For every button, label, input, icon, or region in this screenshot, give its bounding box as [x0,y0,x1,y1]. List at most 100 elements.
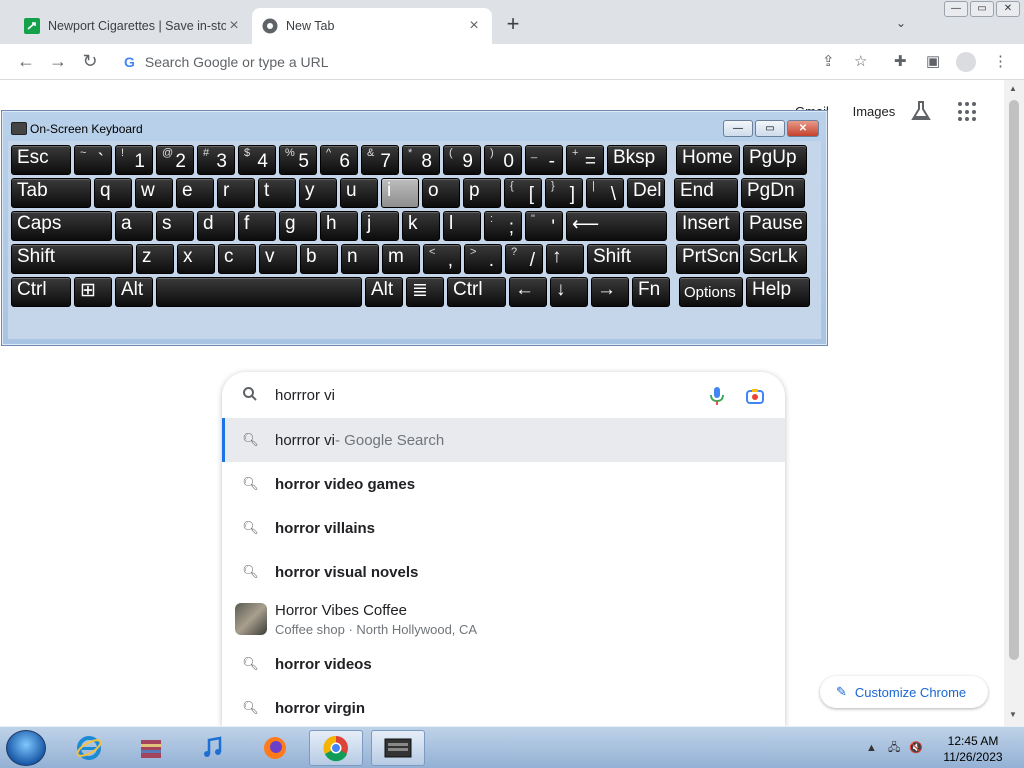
osk-key-sym3-8[interactable]: <, [423,244,461,274]
osk-minimize-button[interactable]: — [723,120,753,137]
volume-muted-icon[interactable]: 🔇 [909,742,923,754]
entity-suggestion[interactable]: Horror Vibes Coffee Coffee shop · North … [222,596,785,648]
osk-key-options[interactable]: Options [679,277,743,307]
extensions-icon[interactable]: ✚ [894,52,907,70]
osk-key-sym4-1[interactable]: ⊞ [74,277,112,307]
menu-kebab-icon[interactable]: ⋮ [993,52,1008,70]
side-panel-icon[interactable]: ▣ [926,52,940,70]
osk-key-i[interactable]: i [381,178,419,208]
osk-key-b[interactable]: b [300,244,338,274]
tab-close-icon[interactable]: × [466,17,482,35]
osk-key-y[interactable]: y [299,178,337,208]
osk-key-bksp[interactable]: Bksp [607,145,667,175]
osk-key-space[interactable] [156,277,362,307]
osk-key-5[interactable]: % 5 [279,145,317,175]
osk-key-prtscn[interactable]: PrtScn [676,244,740,274]
osk-key-n[interactable]: n [341,244,379,274]
share-icon[interactable]: ⇪ [822,52,835,70]
osk-key-sym2-10[interactable]: :; [484,211,522,241]
reload-icon[interactable]: ↻ [80,52,100,70]
tab-newport[interactable]: Newport Cigarettes | Save in-stor × [14,8,252,44]
osk-key-f[interactable]: f [238,211,276,241]
close-window-button[interactable]: ✕ [996,1,1020,17]
osk-key-sym1-11[interactable]: {[ [504,178,542,208]
osk-key-4[interactable]: $4 [238,145,276,175]
search-input[interactable]: horrror vi [275,387,335,404]
osk-key-e[interactable]: e [176,178,214,208]
osk-key-shift[interactable]: Shift [587,244,667,274]
maximize-button[interactable]: ▭ [970,1,994,17]
omnibox[interactable]: G Search Google or type a URL [112,46,852,78]
osk-key-end[interactable]: End [674,178,738,208]
osk-key-help[interactable]: Help [746,277,810,307]
network-icon[interactable]: 🖧 [888,742,900,754]
osk-key-8[interactable]: * 8 [402,145,440,175]
osk-key-r[interactable]: r [217,178,255,208]
osk-key-fn[interactable]: Fn [632,277,670,307]
osk-key-s[interactable]: s [156,211,194,241]
scroll-down-icon[interactable]: ▼ [1009,710,1017,719]
minimize-button[interactable]: — [944,1,968,17]
osk-key-7[interactable]: & 7 [361,145,399,175]
osk-key-home[interactable]: Home [676,145,740,175]
music-player-icon[interactable] [186,730,240,766]
tab-new-tab[interactable]: New Tab × [252,8,492,44]
images-link[interactable]: Images [853,104,896,119]
firefox-icon[interactable] [248,730,302,766]
osk-key-0[interactable]: ) 0 [484,145,522,175]
osk-key-pgup[interactable]: PgUp [743,145,807,175]
osk-key-ctrl[interactable]: Ctrl [11,277,71,307]
osk-taskbar-icon[interactable] [371,730,425,766]
osk-key-3[interactable]: #3 [197,145,235,175]
osk-key-sym4-8[interactable]: ↓ [550,277,588,307]
apps-grid-icon[interactable] [958,102,978,122]
osk-close-button[interactable]: ✕ [787,120,819,137]
osk-key-j[interactable]: j [361,211,399,241]
osk-key-1[interactable]: ! 1 [115,145,153,175]
osk-key-tab[interactable]: Tab [11,178,91,208]
osk-key-l[interactable]: l [443,211,481,241]
voice-search-icon[interactable] [710,386,724,406]
osk-key-pgdn[interactable]: PgDn [741,178,805,208]
osk-key-sym4-9[interactable]: → [591,277,629,307]
osk-key-sym0-12[interactable]: _ - [525,145,563,175]
osk-key-sym3-9[interactable]: >. [464,244,502,274]
osk-key-sym0-1[interactable]: ~ ` [74,145,112,175]
osk-key-sym2-12[interactable]: ⟵ [566,211,667,241]
suggestion-item[interactable]: 🔍︎ horror virgin [222,686,785,730]
scrollbar-thumb[interactable] [1009,100,1019,660]
osk-key-scrlk[interactable]: ScrLk [743,244,807,274]
suggestion-item[interactable]: 🔍︎ horror video games [222,462,785,506]
osk-key-alt[interactable]: Alt [365,277,403,307]
internet-explorer-icon[interactable] [62,730,116,766]
osk-maximize-button[interactable]: ▭ [755,120,785,137]
tab-close-icon[interactable]: × [226,17,242,35]
osk-key-6[interactable]: ^ 6 [320,145,358,175]
osk-key-ctrl[interactable]: Ctrl [447,277,506,307]
page-scrollbar[interactable]: ▲ ▼ [1004,80,1024,726]
osk-key-x[interactable]: x [177,244,215,274]
customize-chrome-button[interactable]: ✎ Customize Chrome [820,676,988,708]
osk-key-d[interactable]: d [197,211,235,241]
osk-key-sym1-13[interactable]: | \ [586,178,624,208]
labs-flask-icon[interactable] [910,100,932,122]
chrome-taskbar-icon[interactable] [309,730,363,766]
suggestion-item[interactable]: 🔍︎ horror videos [222,642,785,686]
osk-key-o[interactable]: o [422,178,460,208]
osk-key-sym2-11[interactable]: " ' [525,211,563,241]
osk-key-caps[interactable]: Caps [11,211,112,241]
taskbar-clock[interactable]: 12:45 AM 11/26/2023 [938,733,1008,765]
archive-app-icon[interactable] [124,730,178,766]
suggestion-item[interactable]: 🔍︎ horrror vi - Google Search [222,418,785,462]
osk-key-u[interactable]: u [340,178,378,208]
osk-key-q[interactable]: q [94,178,132,208]
osk-key-sym0-13[interactable]: + = [566,145,604,175]
osk-key-sym3-10[interactable]: ? / [505,244,543,274]
back-arrow-icon[interactable]: ← [16,52,36,70]
osk-key-p[interactable]: p [463,178,501,208]
osk-key-pause[interactable]: Pause [743,211,807,241]
osk-key-sym4-5[interactable]: ≣ [406,277,444,307]
osk-key-m[interactable]: m [382,244,420,274]
tab-search-chevron-icon[interactable]: ⌄ [896,16,906,30]
lens-camera-icon[interactable] [746,388,764,404]
